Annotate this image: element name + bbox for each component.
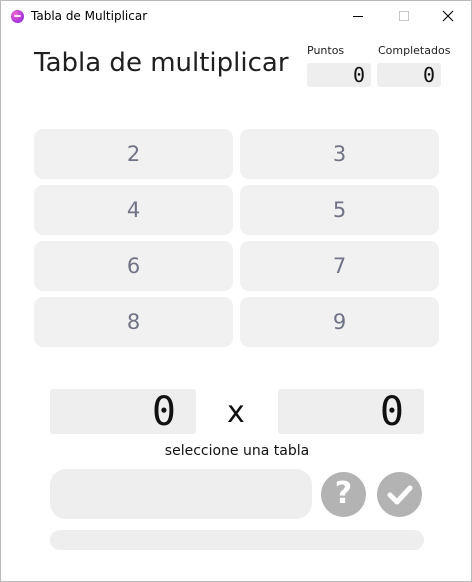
answer-input[interactable] bbox=[50, 469, 312, 519]
maximize-icon bbox=[399, 11, 409, 21]
factor-a-value: 0 bbox=[151, 389, 176, 435]
close-icon bbox=[442, 10, 454, 22]
app-window: Tabla de Multiplicar Tabla de multiplica… bbox=[0, 0, 472, 582]
table-button-9[interactable]: 9 bbox=[240, 297, 439, 347]
factor-b-value: 0 bbox=[379, 389, 404, 435]
progress-bar bbox=[50, 530, 424, 550]
multiply-operator: x bbox=[227, 395, 245, 430]
factor-a-display: 0 bbox=[50, 389, 196, 434]
points-value: 0 bbox=[352, 63, 365, 87]
help-button[interactable]: ? bbox=[321, 472, 366, 517]
title-bar[interactable]: Tabla de Multiplicar bbox=[1, 1, 471, 31]
question-mark-icon: ? bbox=[334, 476, 353, 511]
completed-value: 0 bbox=[422, 63, 435, 87]
app-icon bbox=[11, 10, 24, 23]
table-button-7[interactable]: 7 bbox=[240, 241, 439, 291]
check-button[interactable] bbox=[377, 472, 422, 517]
table-button-2[interactable]: 2 bbox=[34, 129, 233, 179]
status-message: seleccione una tabla bbox=[164, 443, 310, 459]
points-display: 0 bbox=[307, 63, 371, 87]
minimize-icon bbox=[353, 16, 363, 17]
window-title: Tabla de Multiplicar bbox=[31, 9, 148, 23]
close-button[interactable] bbox=[425, 1, 471, 31]
points-label: Puntos bbox=[307, 44, 345, 57]
checkmark-icon bbox=[387, 485, 413, 505]
page-title: Tabla de multiplicar bbox=[34, 48, 289, 78]
table-button-6[interactable]: 6 bbox=[34, 241, 233, 291]
minimize-button[interactable] bbox=[334, 1, 380, 31]
maximize-button[interactable] bbox=[381, 1, 427, 31]
table-button-4[interactable]: 4 bbox=[34, 185, 233, 235]
table-button-8[interactable]: 8 bbox=[34, 297, 233, 347]
table-button-5[interactable]: 5 bbox=[240, 185, 439, 235]
factor-b-display: 0 bbox=[278, 389, 424, 434]
completed-display: 0 bbox=[377, 63, 441, 87]
table-button-3[interactable]: 3 bbox=[240, 129, 439, 179]
completed-label: Completados bbox=[378, 44, 451, 57]
